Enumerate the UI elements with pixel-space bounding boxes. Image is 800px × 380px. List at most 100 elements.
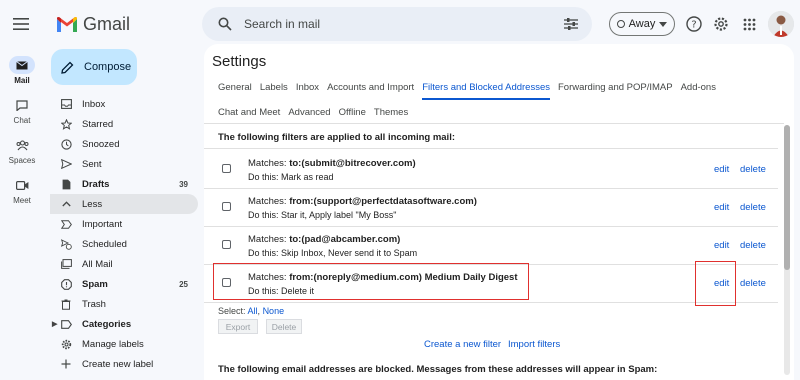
folder-drafts[interactable]: Drafts 39 <box>50 174 198 194</box>
spam-icon <box>60 278 72 290</box>
plus-icon <box>60 358 72 370</box>
send-icon <box>60 158 72 170</box>
caret-right-icon[interactable]: ▶ <box>52 320 57 328</box>
filter-checkbox[interactable] <box>222 240 231 249</box>
search-icon[interactable] <box>216 15 234 33</box>
page-title: Settings <box>212 53 267 70</box>
highlight-edit-box <box>695 261 736 306</box>
folder-label: Less <box>82 198 103 210</box>
folder-list: Inbox Starred Snoozed Sent Drafts 39 Les… <box>50 94 198 374</box>
status-dropdown[interactable]: Away <box>609 12 675 36</box>
chat-icon <box>9 96 35 114</box>
filter-criteria: to:(submit@bitrecover.com) <box>289 158 416 169</box>
scrollbar-thumb[interactable] <box>784 125 790 270</box>
folder-starred[interactable]: Starred <box>50 114 198 134</box>
select-all-link[interactable]: All <box>248 306 258 316</box>
folder-trash[interactable]: Trash <box>50 294 198 314</box>
edit-filter-link[interactable]: edit <box>714 240 729 251</box>
select-none-link[interactable]: None <box>263 306 285 316</box>
filter-checkbox[interactable] <box>222 164 231 173</box>
tabs-divider <box>204 123 784 124</box>
delete-filter-link[interactable]: delete <box>740 164 766 175</box>
filter-matches: Matches: to:(submit@bitrecover.com) <box>248 158 416 169</box>
rail-mail[interactable]: Mail <box>0 56 44 85</box>
rail-label-meet: Meet <box>13 196 31 205</box>
folder-label: Sent <box>82 158 102 170</box>
delete-filter-link[interactable]: delete <box>740 240 766 251</box>
tab-add-ons[interactable]: Add-ons <box>681 82 716 100</box>
tab-general[interactable]: General <box>218 82 252 100</box>
gmail-logo[interactable]: Gmail <box>56 13 130 35</box>
folder-label: Create new label <box>82 358 154 370</box>
filter-row: Matches: to:(pad@abcamber.com) Do this: … <box>204 226 778 264</box>
folder-spam[interactable]: Spam 25 <box>50 274 198 294</box>
folder-snoozed[interactable]: Snoozed <box>50 134 198 154</box>
folder-scheduled[interactable]: Scheduled <box>50 234 198 254</box>
rail-chat[interactable]: Chat <box>0 96 44 125</box>
tab-advanced[interactable]: Advanced <box>288 107 330 118</box>
search-input[interactable] <box>244 17 544 31</box>
folder-categories[interactable]: ▶ Categories <box>50 314 198 334</box>
export-button[interactable]: Export <box>218 319 258 334</box>
tab-chat-meet[interactable]: Chat and Meet <box>218 107 280 118</box>
svg-text:?: ? <box>691 20 696 31</box>
tab-labels[interactable]: Labels <box>260 82 288 100</box>
tab-forwarding-pop-imap[interactable]: Forwarding and POP/IMAP <box>558 82 673 100</box>
rail-label-spaces: Spaces <box>8 156 36 165</box>
filters-heading: The following filters are applied to all… <box>218 132 455 143</box>
import-filters-link[interactable]: Import filters <box>508 339 560 350</box>
help-icon[interactable]: ? <box>684 14 704 34</box>
rail-meet[interactable]: Meet <box>0 176 44 205</box>
compose-button[interactable]: Compose <box>51 49 137 85</box>
matches-label: Matches: <box>248 196 290 207</box>
settings-panel: Settings General Labels Inbox Accounts a… <box>204 44 794 380</box>
tab-inbox[interactable]: Inbox <box>296 82 319 100</box>
clock-icon <box>60 138 72 150</box>
edit-filter-link[interactable]: edit <box>714 202 729 213</box>
highlight-filter-box <box>213 263 529 300</box>
star-icon <box>60 118 72 130</box>
meet-icon <box>9 176 35 194</box>
folder-important[interactable]: Important <box>50 214 198 234</box>
draft-icon <box>60 178 72 190</box>
folder-sent[interactable]: Sent <box>50 154 198 174</box>
divider <box>204 302 778 303</box>
main-menu-button[interactable] <box>8 11 34 37</box>
settings-tabs-row-1: General Labels Inbox Accounts and Import… <box>218 82 724 100</box>
folder-label: Categories <box>82 318 132 330</box>
folder-less[interactable]: Less <box>50 194 198 214</box>
folder-manage-labels[interactable]: Manage labels <box>50 334 198 354</box>
tab-filters-blocked[interactable]: Filters and Blocked Addresses <box>422 82 550 100</box>
inbox-icon <box>60 98 72 110</box>
select-controls: Select: All, None <box>218 306 284 316</box>
filter-action: Do this: Skip Inbox, Never send it to Sp… <box>248 248 418 258</box>
create-filter-link[interactable]: Create a new filter <box>424 339 501 350</box>
folder-label: Trash <box>82 298 106 310</box>
apps-grid-icon[interactable] <box>739 14 759 34</box>
folder-inbox[interactable]: Inbox <box>50 94 198 114</box>
folder-label: All Mail <box>82 258 113 270</box>
tab-themes[interactable]: Themes <box>374 107 408 118</box>
edit-filter-link[interactable]: edit <box>714 164 729 175</box>
tab-accounts-import[interactable]: Accounts and Import <box>327 82 414 100</box>
filter-row: Matches: to:(submit@bitrecover.com) Do t… <box>204 150 778 188</box>
folder-label: Drafts <box>82 178 110 190</box>
settings-gear-icon[interactable] <box>711 14 731 34</box>
folder-label: Inbox <box>82 98 106 110</box>
folder-label: Starred <box>82 118 114 130</box>
folder-label: Important <box>82 218 123 230</box>
filter-checkbox[interactable] <box>222 202 231 211</box>
delete-button[interactable]: Delete <box>266 319 302 334</box>
folder-create-label[interactable]: Create new label <box>50 354 198 374</box>
pencil-icon <box>61 61 74 74</box>
delete-filter-link[interactable]: delete <box>740 202 766 213</box>
account-avatar[interactable] <box>768 11 794 37</box>
folder-all-mail[interactable]: All Mail <box>50 254 198 274</box>
caret-down-icon <box>659 21 668 27</box>
search-bar[interactable] <box>202 7 592 41</box>
tab-offline[interactable]: Offline <box>339 107 366 118</box>
search-options-icon[interactable] <box>564 18 578 30</box>
delete-filter-link[interactable]: delete <box>740 278 766 289</box>
rail-spaces[interactable]: Spaces <box>0 136 44 165</box>
scheduled-icon <box>60 238 72 250</box>
